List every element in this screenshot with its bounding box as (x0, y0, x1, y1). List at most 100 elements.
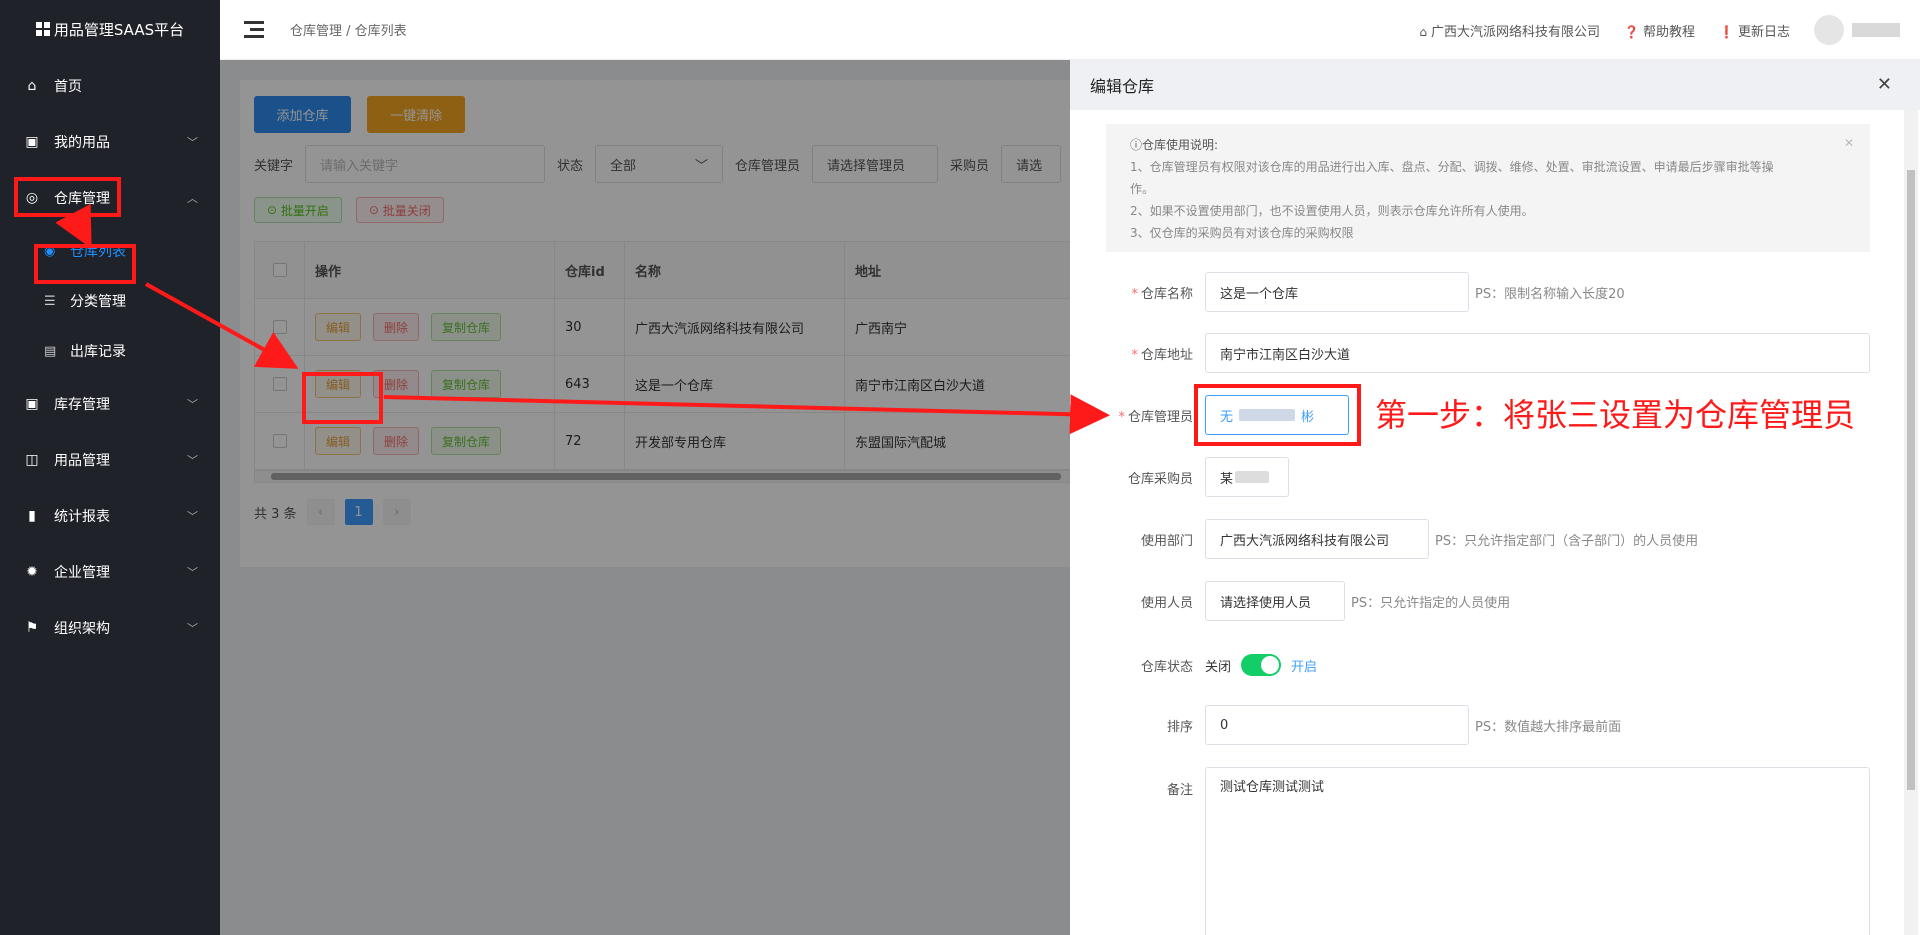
drawer-header: 编辑仓库 ✕ (1070, 60, 1920, 110)
notice-line: 2、如果不设置使用部门，也不设置使用人员，则表示仓库允许所有人使用。 (1130, 204, 1534, 218)
status-on-label: 开启 (1291, 659, 1318, 675)
sort-input[interactable]: 0 (1205, 705, 1469, 745)
hint-text: PS：数值越大排序最前面 (1475, 719, 1622, 735)
sidebar-item-label: 出库记录 (70, 344, 126, 360)
menu-toggle-icon[interactable] (244, 21, 264, 38)
sidebar-item-enterprise[interactable]: ✹ 企业管理 ﹀ (0, 544, 220, 600)
highlight-box (1194, 384, 1361, 446)
sidebar-item-label: 首页 (54, 79, 82, 95)
company-name: 广西大汽派网络科技有限公司 (1431, 24, 1601, 40)
bar-chart-icon: ▮ (28, 508, 36, 524)
home-icon: ⌂ (1419, 24, 1428, 39)
app-title: 用品管理SAAS平台 (53, 20, 185, 39)
sidebar-item-label: 企业管理 (54, 565, 110, 581)
field-label: 使用部门 (1140, 533, 1193, 549)
sidebar-item-label: 分类管理 (70, 294, 126, 310)
help-label: 帮助教程 (1643, 24, 1696, 40)
chevron-down-icon: ﹀ (187, 454, 198, 467)
sidebar-item-label: 组织架构 (54, 621, 110, 637)
sidebar-item-reports[interactable]: ▮ 统计报表 ﹀ (0, 488, 220, 544)
highlight-box (14, 177, 121, 217)
sliders-icon: ☰ (44, 293, 56, 309)
department-select[interactable]: 广西大汽派网络科技有限公司 (1205, 519, 1429, 559)
buyer-value: 某 (1220, 471, 1234, 487)
form-row-status: 仓库状态 关闭 开启 (1070, 654, 1317, 676)
chevron-down-icon: ﹀ (187, 622, 198, 635)
changelog-link[interactable]: ❗ 更新日志 (1719, 21, 1790, 40)
hint-text: PS：只允许指定的人员使用 (1351, 595, 1511, 611)
warehouse-buyer-select[interactable]: 某 (1205, 457, 1289, 497)
close-icon[interactable]: ✕ (1877, 74, 1892, 95)
form-row-buyer: 仓库采购员 某 (1070, 457, 1289, 497)
breadcrumb: 仓库管理 / 仓库列表 (290, 24, 407, 39)
scrollbar-thumb[interactable] (1907, 170, 1915, 790)
company-link[interactable]: ⌂ 广西大汽派网络科技有限公司 (1419, 21, 1600, 40)
field-label: 备注 (1166, 783, 1193, 798)
help-link[interactable]: ❓ 帮助教程 (1624, 21, 1695, 40)
avatar (1814, 15, 1844, 45)
close-icon[interactable]: ✕ (1844, 132, 1854, 154)
top-right-links: ⌂ 广西大汽派网络科技有限公司 ❓ 帮助教程 ❗ 更新日志 (1419, 0, 1900, 60)
form-row-name: * 仓库名称 这是一个仓库 PS：限制名称输入长度20 (1070, 272, 1625, 312)
form-row-address: * 仓库地址 南宁市江南区白沙大道 (1070, 333, 1870, 373)
flag-icon: ⚑ (25, 620, 39, 636)
question-icon: ❓ (1624, 24, 1640, 39)
form-row-users: 使用人员 请选择使用人员 PS：只允许指定的人员使用 (1070, 581, 1510, 621)
highlight-box (302, 372, 383, 424)
sidebar-item-label: 用品管理 (54, 453, 110, 469)
box-icon: ◫ (25, 452, 39, 468)
sidebar-subitem-outbound[interactable]: ▤ 出库记录 (0, 326, 220, 376)
briefcase-icon: ▣ (25, 396, 39, 412)
field-label: 仓库状态 (1140, 659, 1193, 675)
gear-icon: ✹ (26, 564, 38, 580)
remark-textarea[interactable]: 测试仓库测试测试 (1205, 767, 1870, 935)
highlight-box (34, 244, 136, 284)
chevron-down-icon: ﹀ (187, 398, 198, 411)
user-menu[interactable] (1814, 15, 1900, 45)
user-select[interactable]: 请选择使用人员 (1205, 581, 1345, 621)
chevron-down-icon: ﹀ (187, 566, 198, 579)
field-label: 排序 (1166, 719, 1193, 735)
field-label: 仓库采购员 (1127, 471, 1193, 487)
chevron-down-icon: ﹀ (187, 136, 198, 149)
drawer-vertical-scrollbar[interactable] (1904, 110, 1918, 935)
warehouse-address-input[interactable]: 南宁市江南区白沙大道 (1205, 333, 1870, 373)
status-toggle[interactable] (1241, 654, 1282, 676)
hint-text: PS：只允许指定部门（含子部门）的人员使用 (1435, 533, 1699, 549)
sidebar-item-label: 我的用品 (54, 135, 110, 151)
chevron-up-icon: ︿ (187, 192, 198, 205)
sidebar-item-supplies[interactable]: ◫ 用品管理 ﹀ (0, 432, 220, 488)
sidebar-item-label: 统计报表 (54, 509, 110, 525)
field-label: * 仓库地址 (1131, 347, 1193, 363)
top-bar: 仓库管理 / 仓库列表 ⌂ 广西大汽派网络科技有限公司 ❓ 帮助教程 ❗ 更新日志 (220, 0, 1920, 60)
sidebar-item-inventory[interactable]: ▣ 库存管理 ﹀ (0, 376, 220, 432)
info-icon: ❗ (1719, 24, 1734, 39)
sidebar-item-org[interactable]: ⚑ 组织架构 ﹀ (0, 600, 220, 656)
app-logo: 用品管理SAAS平台 (0, 0, 220, 58)
briefcase-icon: ▣ (25, 134, 39, 150)
step-annotation: 第一步：将张三设置为仓库管理员 (1375, 396, 1856, 434)
warehouse-name-input[interactable]: 这是一个仓库 (1205, 272, 1469, 312)
home-icon: ⌂ (27, 78, 37, 94)
document-icon: ▤ (44, 343, 57, 359)
sidebar: 用品管理SAAS平台 ⌂ 首页 ▣ 我的用品 ﹀ ◎ 仓库管理 ︿ ◉ 仓库列表… (0, 0, 220, 935)
field-label: * 仓库名称 (1131, 286, 1193, 302)
edit-warehouse-drawer: 编辑仓库 ✕ ⓘ仓库使用说明: 1、仓库管理员有权限对该仓库的用品进行出入库、盘… (1070, 60, 1920, 935)
user-name-redacted (1852, 23, 1900, 37)
notice-line: 1、仓库管理员有权限对该仓库的用品进行出入库、盘点、分配、调拨、维修、处置、审批… (1130, 160, 1774, 174)
sidebar-item-my-supplies[interactable]: ▣ 我的用品 ﹀ (0, 114, 220, 170)
form-row-sort: 排序 0 PS：数值越大排序最前面 (1070, 705, 1621, 745)
form-row-dept: 使用部门 广西大汽派网络科技有限公司 PS：只允许指定部门（含子部门）的人员使用 (1070, 519, 1698, 559)
sidebar-item-home[interactable]: ⌂ 首页 (0, 58, 220, 114)
changelog-label: 更新日志 (1737, 24, 1790, 40)
grid-icon (35, 22, 50, 36)
drawer-title: 编辑仓库 (1090, 77, 1155, 96)
hint-text: PS：限制名称输入长度20 (1475, 286, 1625, 302)
field-label: * 仓库管理员 (1118, 409, 1193, 425)
notice-line: 3、仅仓库的采购员有对该仓库的采购权限 (1130, 226, 1354, 240)
status-off-label: 关闭 (1205, 659, 1232, 675)
redacted-name (1235, 471, 1270, 483)
field-label: 使用人员 (1140, 595, 1193, 611)
notice-line: 作。 (1130, 182, 1155, 196)
notice-title: 仓库使用说明: (1142, 138, 1219, 152)
